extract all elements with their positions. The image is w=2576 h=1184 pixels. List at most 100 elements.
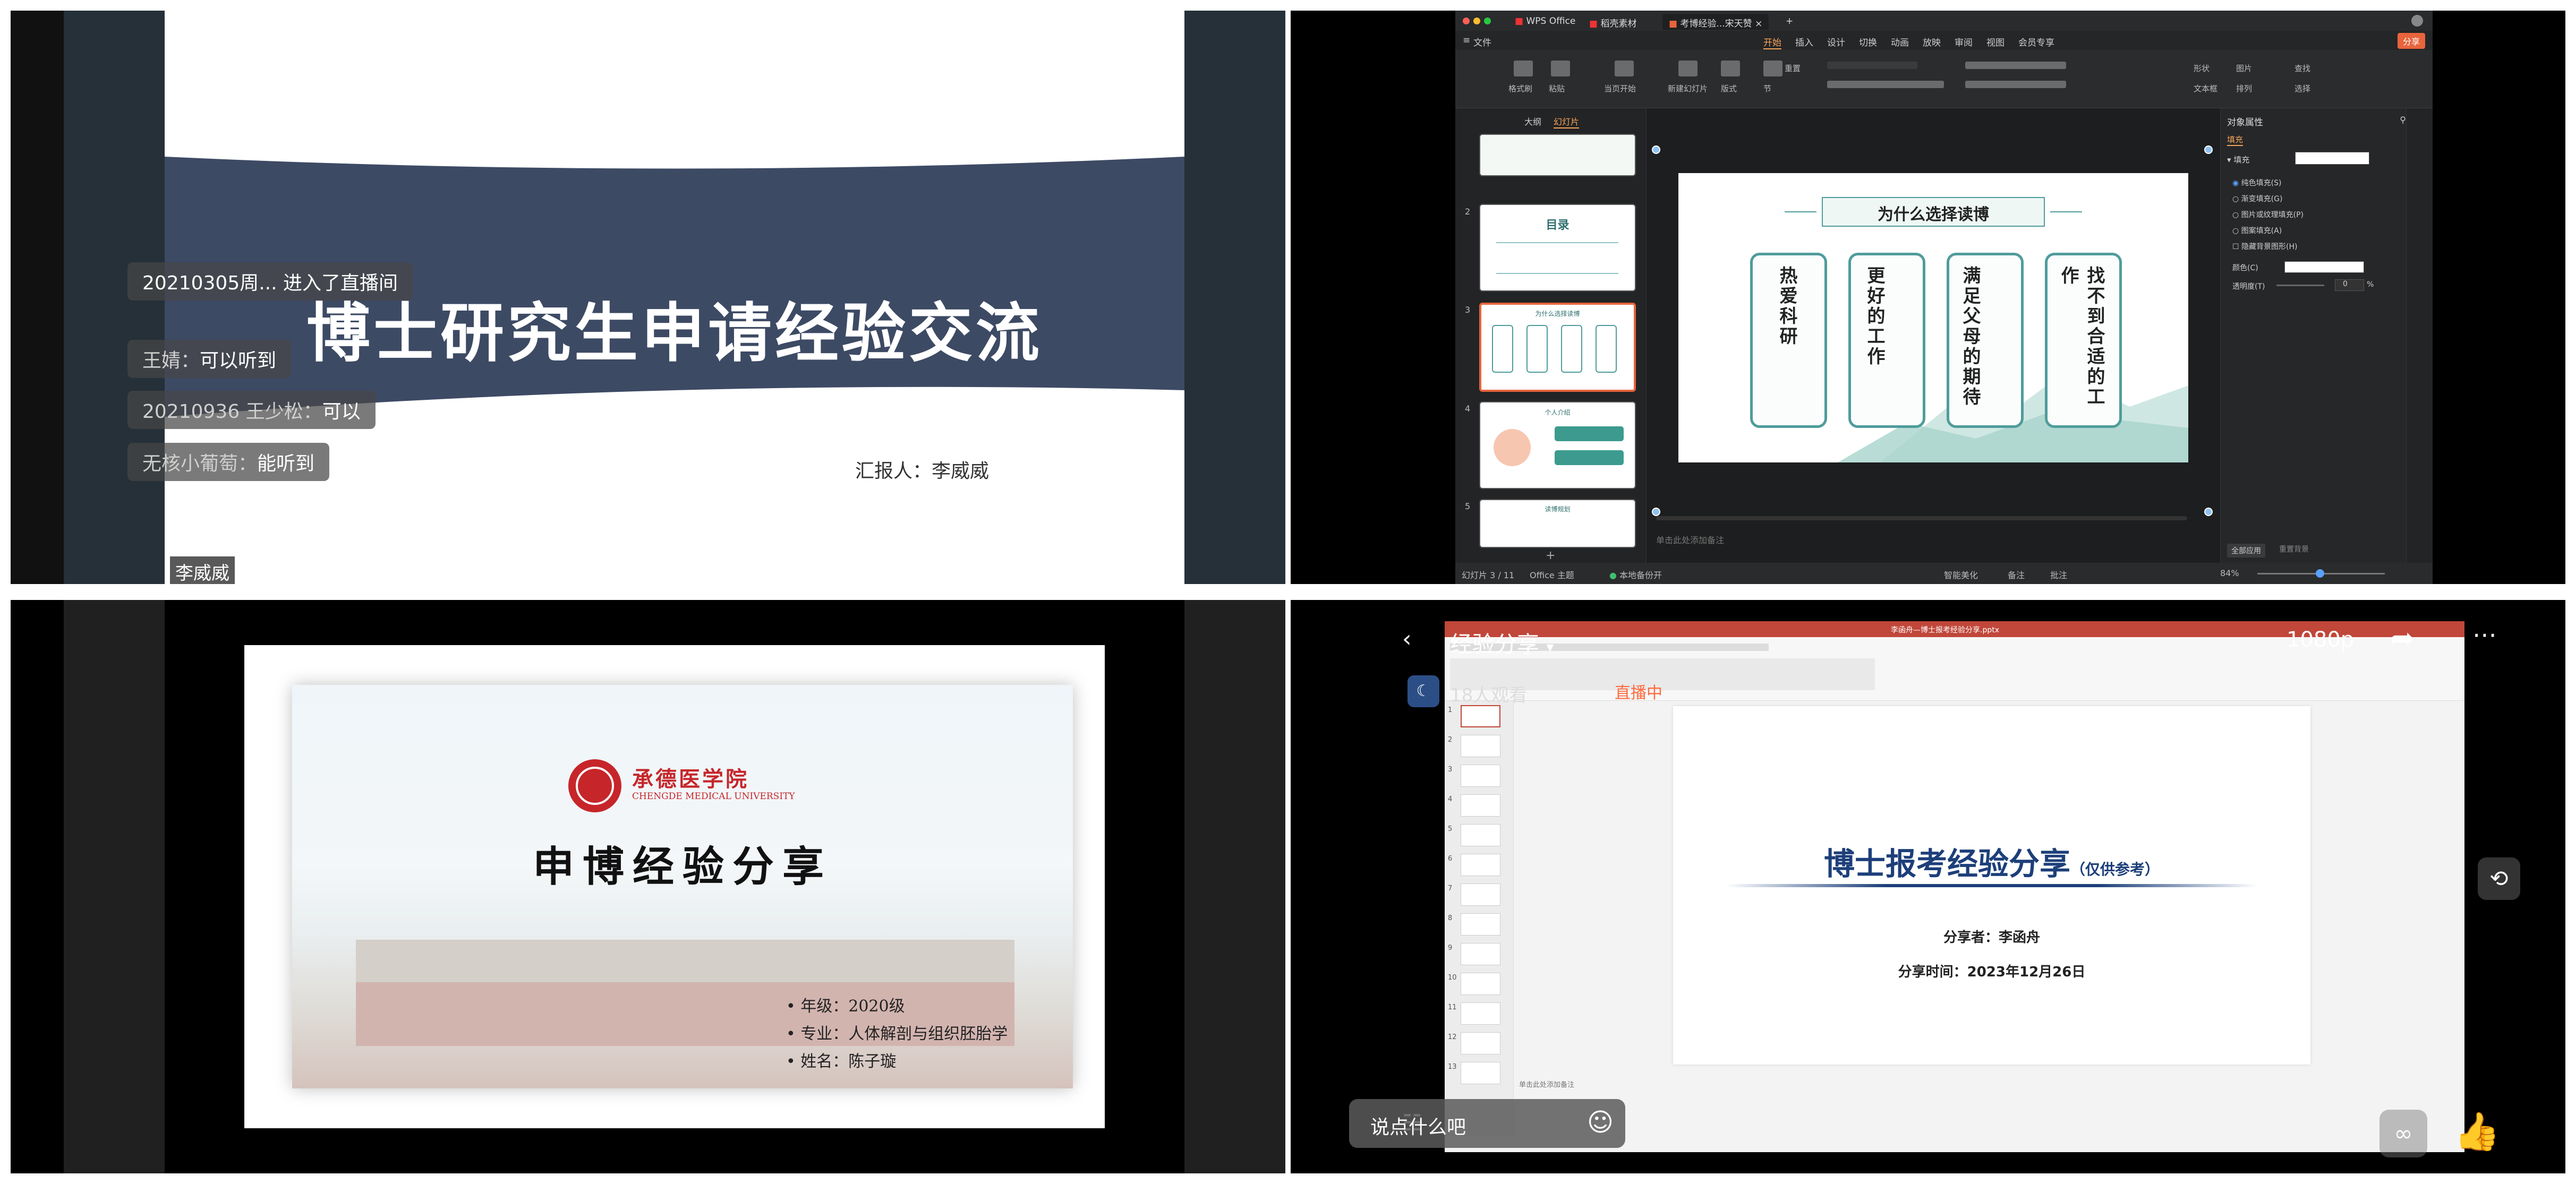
tab-docer[interactable]: ■ 稻壳素材 [1583, 14, 1643, 30]
radio-pattern-fill[interactable]: ○ 图案填充(A) [2232, 225, 2282, 236]
slide-thumbnail-4[interactable]: 个人介绍 [1479, 401, 1636, 489]
fill-color-swatch[interactable] [2295, 152, 2369, 165]
slide-thumbnail-1[interactable] [1479, 134, 1636, 176]
slide-thumbnail[interactable] [1461, 1002, 1500, 1025]
slide-thumbnail[interactable] [1461, 854, 1500, 876]
smart-beautify-button[interactable]: 智能美化 [1944, 568, 1978, 581]
slide-thumbnail[interactable] [1461, 735, 1500, 757]
new-slide-icon[interactable] [1678, 61, 1698, 76]
menu-review[interactable]: 审阅 [1955, 35, 1973, 48]
slide-thumbnail[interactable] [1461, 794, 1500, 817]
selection-handle[interactable] [2204, 145, 2213, 154]
notes-placeholder[interactable]: 单击此处添加备注 [1519, 1079, 1574, 1089]
tab-fill[interactable]: 填充 [2227, 134, 2244, 146]
horizontal-scrollbar[interactable] [1656, 516, 2187, 520]
ribbon-label[interactable]: 选择 [2294, 83, 2310, 94]
slide-thumbnail[interactable] [1461, 943, 1500, 965]
menu-slideshow[interactable]: 放映 [1923, 35, 1941, 48]
transparency-input[interactable]: 0 [2335, 279, 2364, 291]
share-arrow-icon[interactable]: ➦ [2390, 621, 2415, 656]
selection-handle[interactable] [1652, 508, 1660, 516]
share-button[interactable]: 分享 [2397, 33, 2425, 49]
back-chevron-icon[interactable]: ‹ [1402, 625, 1412, 653]
layout-icon[interactable] [1721, 61, 1740, 76]
tab-slides[interactable]: 幻灯片 [1554, 115, 1580, 128]
slide-thumbnail-5[interactable]: 读博规划 [1479, 499, 1636, 548]
radio-gradient-fill[interactable]: ○ 渐变填充(G) [2232, 193, 2282, 204]
format-painter-icon[interactable] [1514, 61, 1533, 76]
align-controls[interactable] [1965, 81, 2066, 88]
play-icon[interactable] [1615, 61, 1634, 76]
apply-all-button[interactable]: 全部应用 [2227, 544, 2265, 557]
close-window-button[interactable] [1463, 18, 1470, 24]
more-options-icon[interactable]: ⋯ [2472, 620, 2497, 649]
maximize-window-button[interactable] [1484, 18, 1491, 24]
quality-selector[interactable]: 1080p [2287, 628, 2354, 652]
current-slide[interactable]: 博士报考经验分享（仅供参考） 分享者：李函舟 分享时间：2023年12月26日 [1673, 706, 2310, 1065]
section-icon[interactable] [1763, 61, 1782, 76]
paste-icon[interactable] [1551, 61, 1570, 76]
checkbox-hide-background[interactable]: ☐ 隐藏背景图形(H) [2232, 241, 2297, 252]
tab-wps-office[interactable]: ■ WPS Office [1508, 14, 1582, 30]
transparency-slider[interactable] [2276, 285, 2324, 286]
color-picker[interactable] [2284, 261, 2364, 273]
minimize-window-button[interactable] [1473, 18, 1480, 24]
avatar[interactable] [2411, 15, 2423, 27]
menu-animations[interactable]: 动画 [1891, 35, 1909, 48]
menu-insert[interactable]: 插入 [1795, 35, 1813, 48]
slide-editing-canvas[interactable]: 为什么选择读博 热爱科研 更好的工作 满足父母的期待 找不到合适的工作 单击此处… [1647, 108, 2220, 563]
comment-input[interactable]: 说点什么吧 ☺ [1349, 1099, 1625, 1148]
menu-member[interactable]: 会员专享 [2018, 35, 2054, 48]
radio-solid-fill[interactable]: ◉ 纯色填充(S) [2232, 177, 2281, 188]
slide-thumbnail[interactable] [1461, 765, 1500, 787]
menu-transitions[interactable]: 切换 [1859, 35, 1877, 48]
font-controls[interactable] [1827, 81, 1944, 88]
slide-thumbnail-3-selected[interactable]: 为什么选择读博 [1479, 303, 1636, 392]
menu-home[interactable]: 开始 [1763, 35, 1781, 49]
zoom-slider-thumb[interactable] [2316, 569, 2324, 578]
rotate-lock-icon[interactable]: ⟲ [2478, 857, 2520, 900]
tab-current-document[interactable]: ■ 考博经验...宋天赞 × [1662, 14, 1769, 30]
radio-picture-fill[interactable]: ○ 图片或纹理填充(P) [2232, 209, 2304, 220]
ribbon-label[interactable]: 文本框 [2194, 83, 2217, 94]
menu-design[interactable]: 设计 [1827, 35, 1845, 48]
slide-thumbnail[interactable] [1461, 1062, 1500, 1084]
notes-placeholder[interactable]: 单击此处添加备注 [1656, 533, 1724, 546]
comments-button[interactable]: 批注 [2050, 568, 2067, 581]
tab-outline[interactable]: 大纲 [1524, 115, 1541, 127]
notes-button[interactable]: 备注 [2008, 568, 2025, 581]
menu-view[interactable]: 视图 [1986, 35, 2004, 48]
close-tab-icon[interactable]: × [1755, 19, 1762, 29]
paragraph-controls[interactable] [1965, 62, 2066, 69]
thumbnail-title: 为什么选择读博 [1535, 310, 1580, 318]
slide-thumbnail[interactable] [1461, 883, 1500, 906]
ribbon-label[interactable]: 图片 [2236, 63, 2252, 74]
slide-thumbnail-2[interactable]: 目录 [1479, 204, 1636, 291]
current-slide[interactable]: 为什么选择读博 热爱科研 更好的工作 满足父母的期待 找不到合适的工作 [1678, 173, 2188, 462]
ribbon-label[interactable]: 查找 [2294, 63, 2310, 74]
like-thumb-icon[interactable]: 👍 [2454, 1110, 2500, 1154]
slide-thumbnail[interactable] [1461, 1032, 1500, 1054]
ribbon-label[interactable]: 排列 [2236, 83, 2252, 94]
font-name-select[interactable] [1827, 62, 1917, 69]
moon-icon[interactable]: ☾ [1408, 675, 1439, 707]
menu-file[interactable]: 文件 [1473, 35, 1491, 48]
side-tool-strip[interactable] [2406, 108, 2433, 563]
dark-sidebar-left [64, 600, 165, 1173]
link-icon[interactable]: ∞ [2379, 1110, 2427, 1157]
slide-thumbnail[interactable] [1461, 913, 1500, 936]
selection-handle[interactable] [1652, 145, 1660, 154]
add-slide-button[interactable]: + [1546, 549, 1555, 562]
hamburger-icon[interactable]: ≡ [1463, 35, 1470, 46]
room-title[interactable]: 经验分享 ▾ [1450, 627, 1554, 659]
slide-thumbnail[interactable] [1461, 824, 1500, 846]
selection-handle[interactable] [2204, 508, 2213, 516]
reset-background-button[interactable]: 重置背景 [2279, 544, 2309, 554]
pin-icon[interactable]: ⚲ [2400, 115, 2406, 125]
slide-thumbnail[interactable] [1461, 705, 1500, 727]
slide-thumbnail-panel: 大纲 幻灯片 2 目录 3 为什么选择读博 4 个人介绍 5 读博规划 + [1455, 108, 1647, 563]
new-tab-button[interactable]: + [1779, 14, 1799, 30]
emoji-icon[interactable]: ☺ [1587, 1108, 1614, 1137]
ribbon-label[interactable]: 形状 [2194, 63, 2210, 74]
slide-thumbnail[interactable] [1461, 973, 1500, 995]
